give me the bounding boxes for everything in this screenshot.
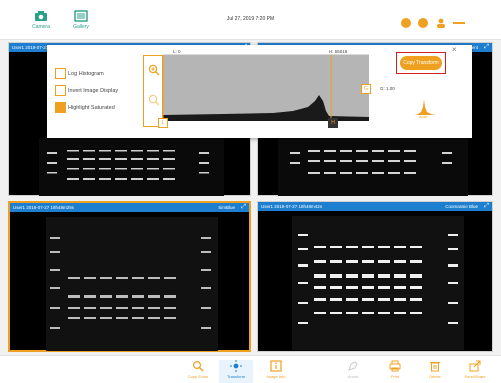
image-info-button[interactable]: Image Info — [259, 360, 293, 379]
pane-filter: Coomassie Blue — [445, 204, 478, 209]
expand-icon[interactable]: ⤢ — [484, 202, 489, 211]
gel-image — [46, 217, 218, 351]
app-window: Camera Gallery Jul 27, 2019 7:20 PM User… — [0, 0, 501, 383]
log-histogram-checkbox[interactable] — [55, 68, 66, 79]
invert-display-checkbox[interactable] — [55, 85, 66, 96]
zoom-in-icon[interactable] — [148, 64, 160, 76]
zoom-icon — [192, 360, 204, 372]
histogram-area[interactable] — [162, 54, 369, 121]
copy-transform-button[interactable]: Copy Transform — [400, 56, 442, 70]
camera-label: Camera — [32, 24, 50, 30]
delete-button[interactable]: Delete — [418, 360, 452, 379]
pane-header: User1 2019-07-27 18h48m42s Coomassie Blu… — [258, 202, 492, 211]
zoom-out-icon[interactable] — [148, 94, 160, 106]
high-value-label: H: 55018 — [329, 49, 348, 54]
tool-label: Annot — [347, 374, 359, 379]
send-share-button[interactable]: Send/Share — [458, 360, 492, 379]
copy-zoom-button[interactable]: Copy Zoom — [181, 360, 215, 379]
gel-image — [39, 138, 224, 196]
histogram-zoom-bar — [143, 55, 163, 127]
close-icon[interactable]: × — [452, 45, 457, 54]
option-label: Log Histogram — [68, 70, 104, 77]
top-bar: Camera Gallery Jul 27, 2019 7:20 PM — [0, 0, 501, 40]
settings-icon[interactable] — [401, 18, 411, 28]
expand-icon[interactable]: ⤢ — [241, 203, 246, 212]
pane-filter: SimBlue — [218, 205, 235, 210]
gel-image — [278, 138, 468, 196]
gel-image — [292, 216, 464, 350]
print-button[interactable]: Print — [378, 360, 412, 379]
pane-title: User1 2019-07-27 18h48m42s — [261, 204, 323, 209]
annotate-button[interactable]: Annot — [336, 360, 370, 379]
histogram-curve — [162, 55, 369, 121]
high-handle[interactable]: H — [328, 118, 338, 128]
tool-label: Delete — [429, 374, 441, 379]
menu-icon[interactable] — [453, 22, 465, 24]
transform-dialog: Log Histogram Invert Image Display Highl… — [47, 45, 472, 138]
info-icon[interactable] — [418, 18, 428, 28]
low-value-label: L: 0 — [173, 49, 181, 54]
log-histogram-option[interactable]: Log Histogram — [55, 68, 104, 79]
share-icon — [469, 360, 481, 372]
user-icon[interactable] — [436, 18, 446, 28]
tool-label: Print — [390, 374, 400, 379]
delete-icon — [430, 362, 440, 372]
pane-header: User1 2019-07-27 18h48m29s SimBlue ⤢ — [10, 203, 249, 212]
tool-label: Send/Share — [464, 374, 486, 379]
gamma-value-label: G: 1.00 — [380, 86, 395, 91]
pane-title: User1 2019-07-27 18h48m29s — [13, 205, 75, 210]
gamma-handle[interactable]: G — [361, 84, 371, 94]
low-handle[interactable]: L — [158, 118, 168, 128]
option-label: Highlight Saturated — [68, 104, 115, 111]
highlight-saturated-option[interactable]: Highlight Saturated — [55, 102, 115, 113]
option-label: Invert Image Display — [68, 87, 119, 94]
image-info-icon — [270, 360, 282, 372]
annotate-icon — [348, 361, 358, 371]
tool-label: Transform — [226, 374, 246, 379]
print-icon — [389, 360, 401, 372]
tool-label: Copy Zoom — [187, 374, 209, 379]
auto-label: Auto — [419, 114, 428, 119]
image-pane-4[interactable]: User1 2019-07-27 18h48m42s Coomassie Blu… — [257, 201, 493, 352]
expand-icon[interactable]: ⤢ — [484, 43, 489, 52]
copy-transform-highlight: Copy Transform — [396, 52, 446, 74]
auto-histogram-icon[interactable] — [415, 97, 435, 115]
transform-icon — [230, 360, 242, 372]
highlight-saturated-checkbox[interactable] — [55, 102, 66, 113]
gallery-label: Gallery — [73, 24, 89, 30]
transform-button[interactable]: Transform — [219, 360, 253, 383]
tool-label: Image Info — [266, 374, 286, 379]
invert-display-option[interactable]: Invert Image Display — [55, 85, 118, 96]
image-pane-3[interactable]: User1 2019-07-27 18h48m29s SimBlue ⤢ — [8, 201, 251, 352]
bottom-toolbar: Copy Zoom Transform Image Info Annot Pri… — [0, 355, 501, 383]
